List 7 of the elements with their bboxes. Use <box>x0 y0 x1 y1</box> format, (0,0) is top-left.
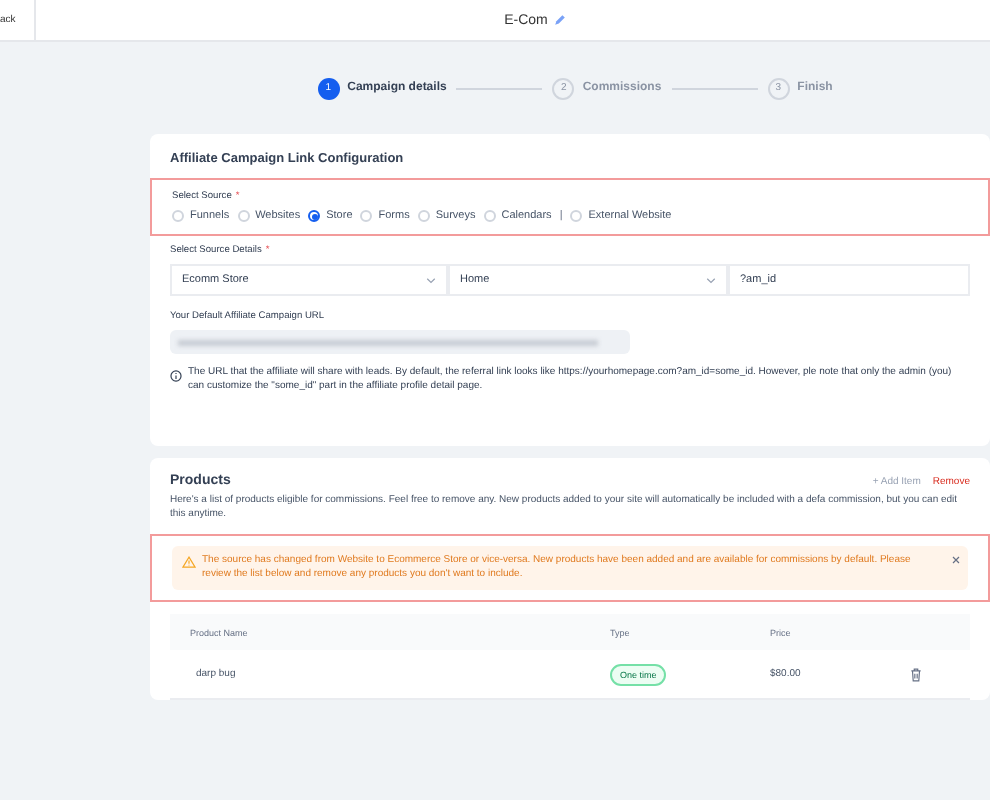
trash-icon[interactable] <box>910 667 922 681</box>
chevron-icon <box>706 277 716 283</box>
info-icon <box>170 370 182 382</box>
chevron-icon <box>426 277 436 283</box>
warning-icon <box>182 556 196 568</box>
close-button[interactable] <box>952 556 960 564</box>
pencil-icon[interactable] <box>553 14 566 26</box>
